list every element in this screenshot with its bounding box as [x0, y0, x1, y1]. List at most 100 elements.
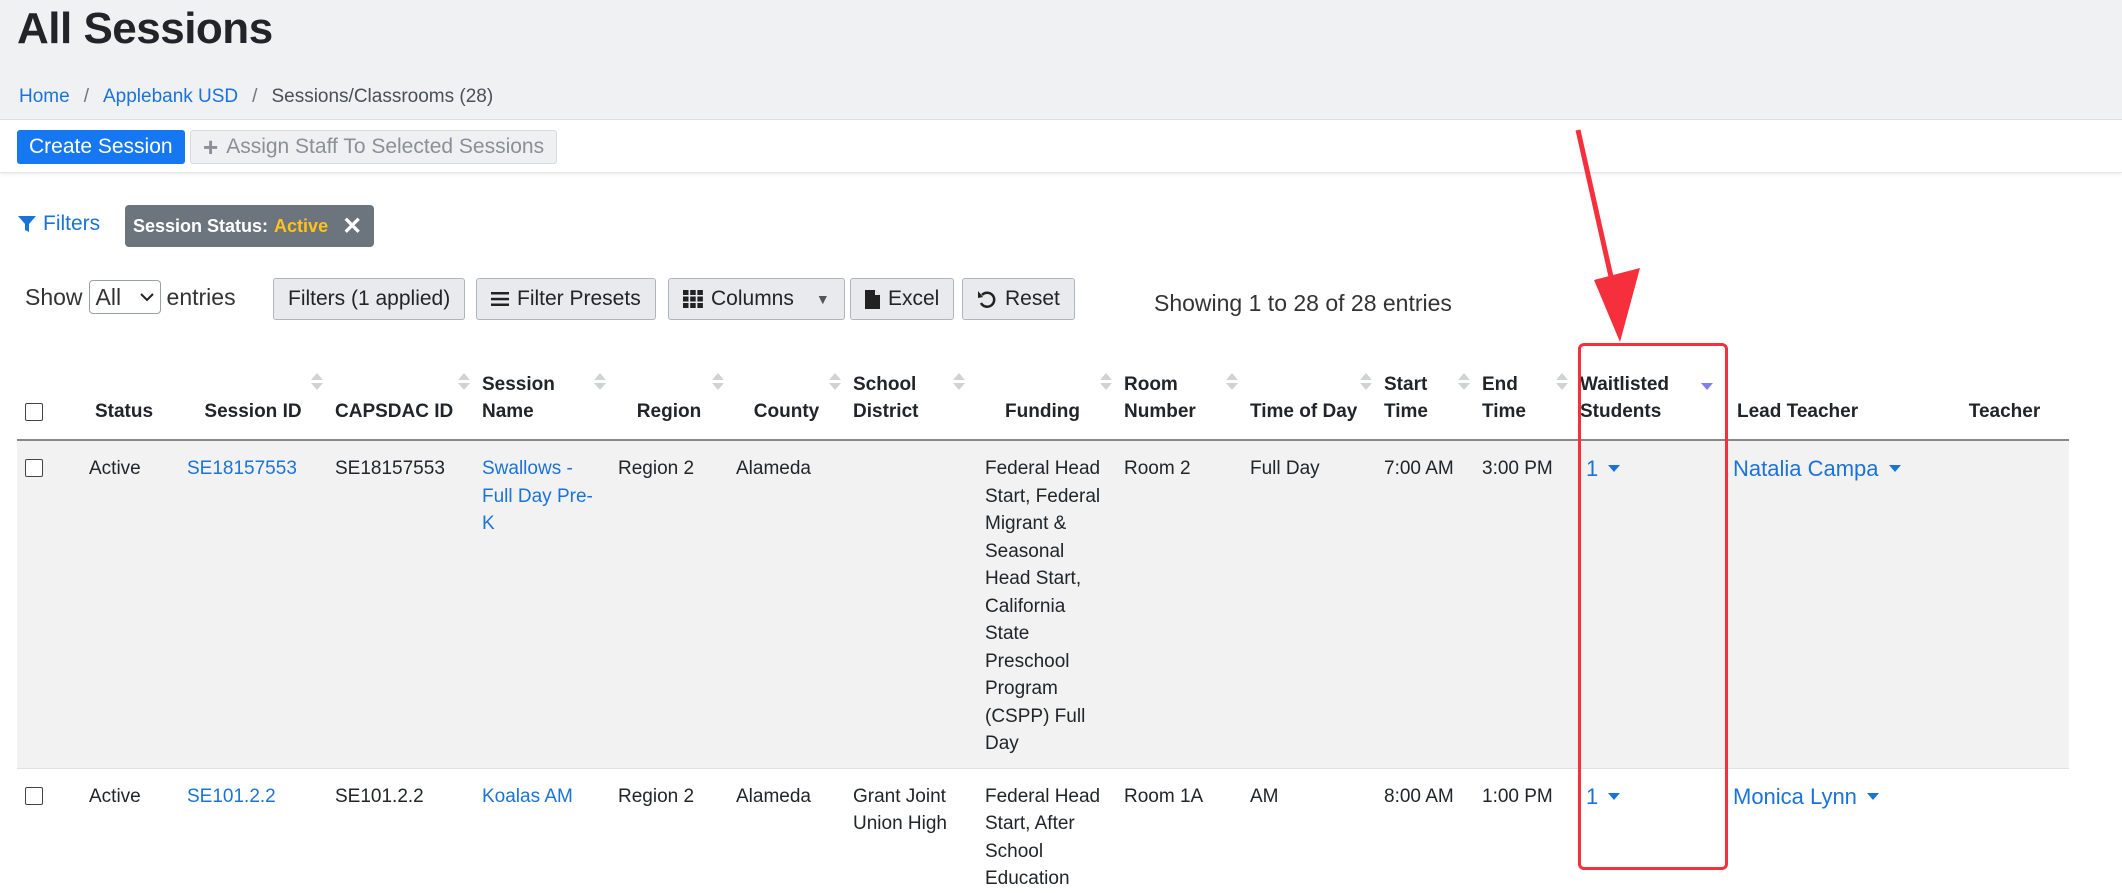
header-label: Funding	[1005, 401, 1080, 422]
table-row: Active SE18157553 SE18157553 Swallows - …	[17, 440, 2069, 769]
page-title: All Sessions	[17, 4, 273, 53]
breadcrumb-org[interactable]: Applebank USD	[103, 86, 238, 108]
cell-lead-teacher: Monica Lynn	[1717, 768, 1940, 893]
sort-icon	[1360, 373, 1372, 393]
row-select-cell	[17, 440, 69, 769]
header-session-id[interactable]: Session ID	[179, 328, 327, 441]
page-size-value: All	[95, 283, 122, 310]
header-capsdac-id[interactable]: CAPSDAC ID	[327, 328, 474, 441]
header-label: Status	[94, 401, 154, 422]
filters-toggle[interactable]: Filters	[17, 212, 100, 236]
table-info: Showing 1 to 28 of 28 entries	[1154, 290, 1452, 316]
columns-button[interactable]: Columns ▼	[668, 278, 845, 320]
header-funding[interactable]: Funding	[969, 328, 1116, 441]
sort-icon	[458, 373, 470, 393]
file-icon	[865, 289, 880, 309]
waitlisted-dropdown[interactable]: 1	[1586, 455, 1621, 483]
header-session-name[interactable]: Session Name	[474, 328, 610, 441]
header-label: School District	[853, 374, 919, 422]
cell-region: Region 2	[610, 440, 728, 769]
excel-label: Excel	[888, 287, 940, 310]
page-size-select[interactable]: All	[88, 280, 161, 314]
filter-icon	[18, 216, 36, 232]
row-checkbox[interactable]	[25, 459, 43, 477]
plus-icon: +	[203, 132, 219, 162]
toolbar: Create Session + Assign Staff To Selecte…	[0, 121, 2122, 173]
waitlisted-count: 1	[1586, 783, 1599, 809]
sort-icon	[1226, 373, 1238, 393]
header-label: Time of Day	[1250, 401, 1358, 422]
cell-room-number: Room 1A	[1116, 768, 1242, 893]
reset-label: Reset	[1005, 287, 1060, 310]
header-label: Session ID	[204, 401, 302, 422]
breadcrumb-home[interactable]: Home	[19, 86, 70, 108]
waitlisted-dropdown[interactable]: 1	[1586, 783, 1621, 811]
chip-value: Active	[274, 215, 329, 236]
entries-label: entries	[166, 283, 236, 310]
header-label: Room Number	[1124, 374, 1196, 422]
row-checkbox[interactable]	[25, 786, 43, 805]
session-id-link[interactable]: SE101.2.2	[187, 786, 276, 807]
cell-lead-teacher: Natalia Campa	[1717, 440, 1940, 769]
header-end-time[interactable]: End Time	[1474, 328, 1572, 441]
table-header-row: Status Session ID CAPSDAC ID Session Nam…	[17, 328, 2069, 441]
lead-teacher-dropdown[interactable]: Monica Lynn	[1733, 783, 1879, 811]
chevron-down-icon	[139, 293, 154, 302]
close-icon[interactable]: ✕	[342, 212, 362, 241]
caret-down-icon	[1608, 465, 1621, 473]
cell-session-id: SE101.2.2	[179, 768, 327, 893]
cell-session-name: Swallows - Full Day Pre-K	[474, 440, 610, 769]
header-label: CAPSDAC ID	[335, 401, 454, 422]
page-header: All Sessions Home / Applebank USD / Sess…	[0, 0, 2122, 120]
cell-status: Active	[69, 440, 179, 769]
sort-icon	[1100, 373, 1112, 393]
cell-time-of-day: AM	[1242, 768, 1376, 893]
filter-presets-button[interactable]: Filter Presets	[476, 278, 656, 320]
cell-start-time: 8:00 AM	[1376, 768, 1474, 893]
cell-funding: Federal Head Start, After School Educati…	[969, 768, 1116, 893]
cell-funding: Federal Head Start, Federal Migrant & Se…	[969, 440, 1116, 769]
sort-icon	[311, 373, 323, 393]
caret-down-icon	[1888, 465, 1901, 473]
header-school-district[interactable]: School District	[845, 328, 969, 441]
lead-teacher-dropdown[interactable]: Natalia Campa	[1733, 455, 1901, 483]
header-region[interactable]: Region	[610, 328, 728, 441]
grid-icon	[683, 290, 703, 308]
reset-button[interactable]: Reset	[962, 278, 1075, 320]
header-waitlisted-students[interactable]: Waitlisted Students	[1572, 328, 1717, 441]
filters-label: Filters	[43, 212, 101, 235]
sort-icon	[1556, 373, 1568, 393]
show-label: Show	[25, 283, 83, 310]
create-session-button[interactable]: Create Session	[17, 130, 185, 164]
header-room-number[interactable]: Room Number	[1116, 328, 1242, 441]
sessions-table: Status Session ID CAPSDAC ID Session Nam…	[17, 328, 2069, 893]
filters-applied-button[interactable]: Filters (1 applied)	[273, 278, 466, 320]
header-label: Teacher	[1968, 401, 2041, 422]
session-name-link[interactable]: Koalas AM	[482, 786, 573, 807]
header-label: Session Name	[482, 374, 555, 422]
excel-button[interactable]: Excel	[850, 278, 955, 320]
caret-down-icon	[1866, 792, 1879, 800]
header-status[interactable]: Status	[69, 328, 221, 441]
header-time-of-day[interactable]: Time of Day	[1242, 328, 1376, 441]
select-all-header	[17, 328, 69, 441]
assign-staff-button[interactable]: + Assign Staff To Selected Sessions	[190, 130, 558, 164]
cell-room-number: Room 2	[1116, 440, 1242, 769]
list-icon	[491, 292, 509, 306]
lead-teacher-name: Monica Lynn	[1733, 783, 1857, 809]
header-start-time[interactable]: Start Time	[1376, 328, 1474, 441]
header-teacher: Teacher	[1940, 328, 2069, 441]
filters-applied-label: Filters (1 applied)	[288, 287, 451, 310]
session-name-link[interactable]: Swallows - Full Day Pre-K	[482, 458, 593, 534]
header-county[interactable]: County	[728, 328, 845, 441]
breadcrumb-separator: /	[252, 86, 258, 107]
page-size-control: Show All entries	[25, 280, 236, 314]
sort-icon	[953, 373, 965, 393]
session-id-link[interactable]: SE18157553	[187, 458, 297, 479]
select-all-checkbox[interactable]	[25, 403, 43, 421]
header-label: Start Time	[1384, 374, 1429, 422]
row-select-cell	[17, 768, 69, 893]
chip-key: Session Status:	[133, 215, 269, 236]
cell-waitlisted: 1	[1572, 768, 1717, 893]
cell-school-district: Grant Joint Union High	[845, 768, 969, 893]
